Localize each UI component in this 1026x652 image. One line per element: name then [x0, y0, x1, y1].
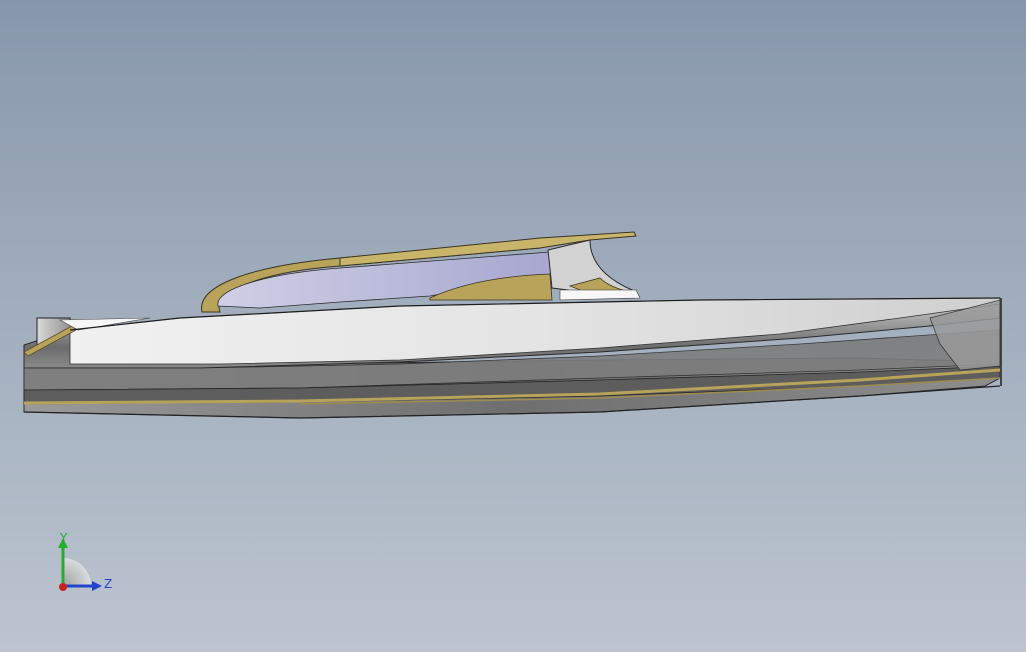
3d-viewport[interactable]: Y Z — [0, 0, 1026, 652]
z-axis-arrow — [92, 581, 102, 591]
boat-model[interactable] — [0, 0, 1026, 652]
triad-arc — [63, 558, 91, 586]
y-axis-label: Y — [59, 531, 68, 545]
cabin-deck-white — [559, 289, 641, 301]
z-axis-label: Z — [104, 577, 112, 591]
x-axis-dot — [59, 583, 67, 591]
axis-triad[interactable]: Y Z — [48, 528, 128, 600]
